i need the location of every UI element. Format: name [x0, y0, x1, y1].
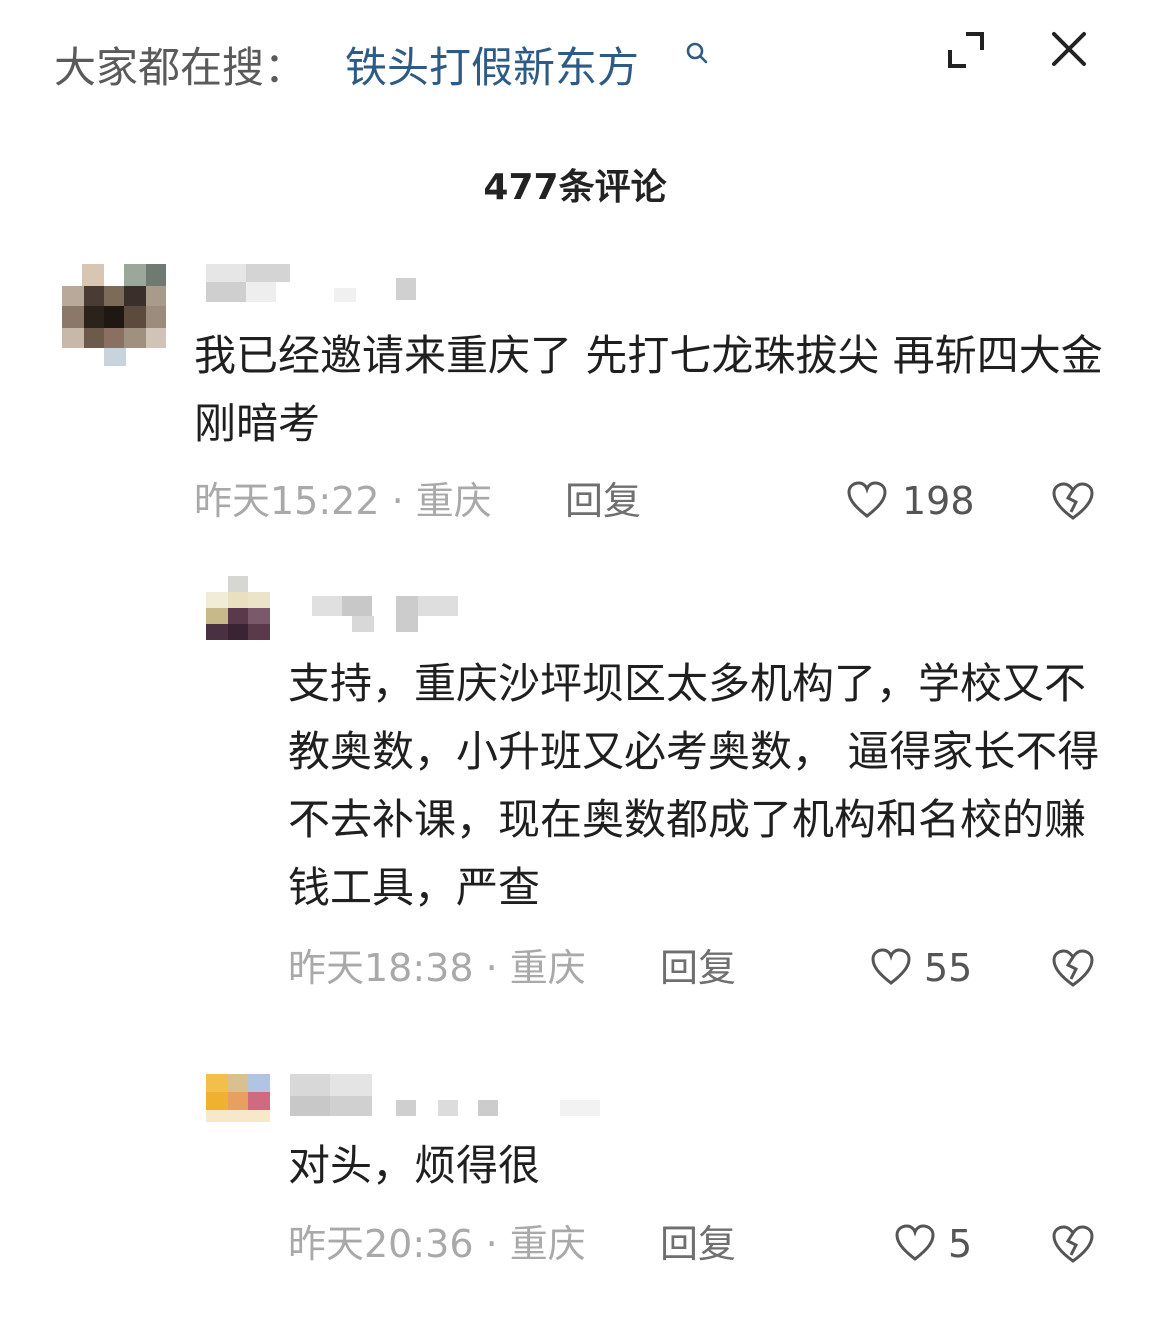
- like-count: 198: [902, 479, 975, 523]
- reply-item: 对头，烦得很 昨天20:36 · 重庆 回复 5: [0, 1068, 1150, 1288]
- reply-item: 支持，重庆沙坪坝区太多机构了，学校又不教奥数，小升班又必考奥数， 逼得家长不得不…: [0, 570, 1150, 1010]
- search-icon[interactable]: [684, 40, 710, 66]
- avatar[interactable]: [206, 1074, 270, 1124]
- like-count: 55: [924, 946, 973, 990]
- comment-time-location: 昨天18:38 · 重庆: [288, 946, 586, 990]
- search-suggestion-label: 大家都在搜：: [54, 43, 307, 92]
- dislike-icon[interactable]: [1050, 947, 1096, 989]
- username[interactable]: [290, 1074, 610, 1118]
- like-count: 5: [948, 1222, 973, 1266]
- comment-text: 支持，重庆沙坪坝区太多机构了，学校又不教奥数，小升班又必考奥数， 逼得家长不得不…: [288, 659, 1100, 912]
- comment-time-location: 昨天20:36 · 重庆: [288, 1222, 586, 1266]
- avatar[interactable]: [206, 576, 270, 640]
- reply-button[interactable]: 回复: [565, 473, 641, 529]
- comment-text: 对头，烦得很: [288, 1141, 541, 1190]
- like-icon[interactable]: [894, 1223, 936, 1263]
- close-icon[interactable]: [1048, 28, 1090, 70]
- expand-icon[interactable]: [944, 28, 988, 72]
- comment-text: 我已经邀请来重庆了 先打七龙珠拔尖 再斩四大金刚暗考: [194, 331, 1103, 448]
- username[interactable]: [206, 264, 420, 306]
- like-icon[interactable]: [870, 947, 912, 987]
- comment-count-title: 477条评论: [483, 167, 667, 208]
- comment-time-location: 昨天15:22 · 重庆: [194, 479, 492, 523]
- like-icon[interactable]: [846, 480, 888, 520]
- avatar[interactable]: [62, 264, 186, 368]
- search-suggestion-term[interactable]: 铁头打假新东方: [345, 38, 639, 98]
- dislike-icon[interactable]: [1050, 480, 1096, 522]
- dislike-icon[interactable]: [1050, 1223, 1096, 1265]
- reply-button[interactable]: 回复: [660, 940, 736, 996]
- username[interactable]: [312, 596, 462, 636]
- reply-button[interactable]: 回复: [660, 1216, 736, 1272]
- comment-item: 我已经邀请来重庆了 先打七龙珠拔尖 再斩四大金刚暗考 昨天15:22 · 重庆 …: [0, 250, 1150, 550]
